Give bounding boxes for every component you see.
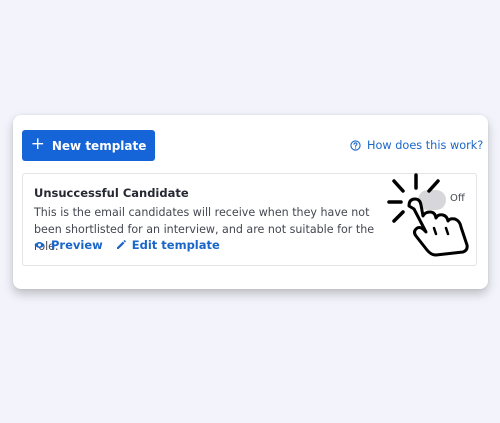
template-title: Unsuccessful Candidate [34,186,189,200]
preview-link[interactable]: Preview [34,238,103,252]
help-link-label: How does this work? [367,138,484,152]
question-circle-icon [350,139,361,151]
plus-icon: + [30,134,45,154]
how-does-this-work-link[interactable]: How does this work? [350,137,483,153]
edit-template-label: Edit template [131,238,220,252]
pencil-icon [116,240,126,249]
preview-label: Preview [51,238,103,252]
hand-pointer-click-icon [387,173,469,257]
new-template-button[interactable]: + New template [22,130,155,161]
edit-template-link[interactable]: Edit template [116,238,220,252]
template-actions: Preview Edit template [34,238,220,252]
new-template-label: New template [51,138,147,153]
eye-icon [34,242,45,248]
